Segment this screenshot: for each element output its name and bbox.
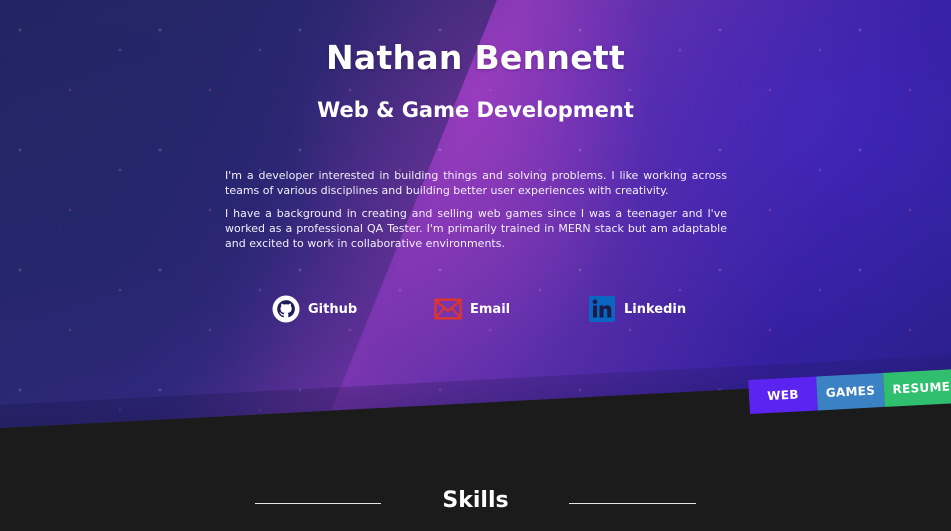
bio-paragraph: I have a background in creating and sell… — [225, 207, 727, 250]
email-link[interactable]: Email — [434, 294, 510, 324]
social-links: Github Email Linkedin — [0, 294, 951, 324]
skills-section: Skills — [0, 486, 951, 520]
email-link-label: Email — [470, 301, 511, 317]
linkedin-link-label: Linkedin — [624, 301, 687, 317]
linkedin-icon — [588, 295, 616, 323]
divider — [569, 503, 696, 504]
page-subtitle: Web & Game Development — [317, 98, 634, 122]
github-link-label: Github — [308, 301, 358, 317]
tab-resume[interactable]: RESUME — [883, 369, 951, 407]
github-icon — [272, 295, 300, 323]
tab-web[interactable]: WEB — [748, 376, 818, 414]
page-title: Nathan Bennett — [325, 38, 626, 77]
bio-paragraph: I'm a developer interested in building t… — [225, 169, 727, 197]
bio: I'm a developer interested in building t… — [225, 168, 727, 259]
github-link[interactable]: Github — [272, 294, 357, 324]
mail-icon — [434, 295, 462, 323]
linkedin-link[interactable]: Linkedin — [588, 294, 686, 324]
skills-heading: Skills — [442, 488, 509, 513]
tab-games[interactable]: GAMES — [816, 372, 885, 411]
